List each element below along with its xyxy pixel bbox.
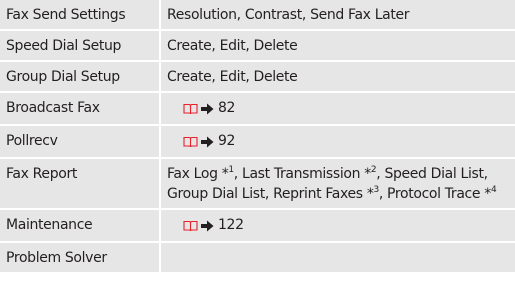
menu-item-description — [159, 241, 515, 274]
page-number: 122 — [218, 217, 244, 233]
book-icon — [183, 220, 198, 232]
fax-menu-table: Fax Send Settings Resolution, Contrast, … — [0, 0, 515, 274]
table-row: Maintenance 122 — [0, 208, 515, 243]
menu-item-name: Fax Send Settings — [0, 0, 161, 31]
menu-item-name: Broadcast Fax — [0, 91, 161, 126]
book-icon — [183, 136, 198, 148]
report-item-text: Fax Log — [167, 166, 218, 182]
table-row: Speed Dial Setup Create, Edit, Delete — [0, 29, 515, 62]
report-item-text: , Last Transmission — [233, 166, 365, 182]
table-row: Fax Send Settings Resolution, Contrast, … — [0, 0, 515, 31]
page-number: 92 — [218, 133, 236, 149]
table-row: Broadcast Fax 82 — [0, 91, 515, 126]
table-row: Pollrecv 92 — [0, 124, 515, 159]
menu-item-description: Fax Log *1, Last Transmission *2, Speed … — [159, 157, 515, 210]
menu-item-name: Group Dial Setup — [0, 60, 161, 93]
table-row: Fax Report Fax Log *1, Last Transmission… — [0, 157, 515, 210]
menu-item-description: Resolution, Contrast, Send Fax Later — [159, 0, 515, 31]
arrow-icon — [201, 103, 214, 115]
table-row: Group Dial Setup Create, Edit, Delete — [0, 60, 515, 93]
table-row: Problem Solver — [0, 241, 515, 274]
menu-item-name: Problem Solver — [0, 241, 161, 274]
menu-item-description: Create, Edit, Delete — [159, 29, 515, 62]
menu-item-name: Pollrecv — [0, 124, 161, 159]
page-number: 82 — [218, 100, 236, 116]
footnote-mark: * — [364, 166, 371, 182]
menu-item-page-reference: 122 — [159, 208, 515, 243]
arrow-icon — [201, 136, 214, 148]
menu-item-page-reference: 92 — [159, 124, 515, 159]
menu-item-description: Create, Edit, Delete — [159, 60, 515, 93]
arrow-icon — [201, 220, 214, 232]
report-item-text: , Protocol Trace — [378, 186, 485, 202]
footnote-mark: * — [484, 186, 491, 202]
footnote-number: 4 — [490, 185, 497, 195]
menu-item-page-reference: 82 — [159, 91, 515, 126]
book-icon — [183, 103, 198, 115]
menu-item-name: Speed Dial Setup — [0, 29, 161, 62]
menu-item-name: Fax Report — [0, 157, 161, 210]
menu-item-name: Maintenance — [0, 208, 161, 243]
